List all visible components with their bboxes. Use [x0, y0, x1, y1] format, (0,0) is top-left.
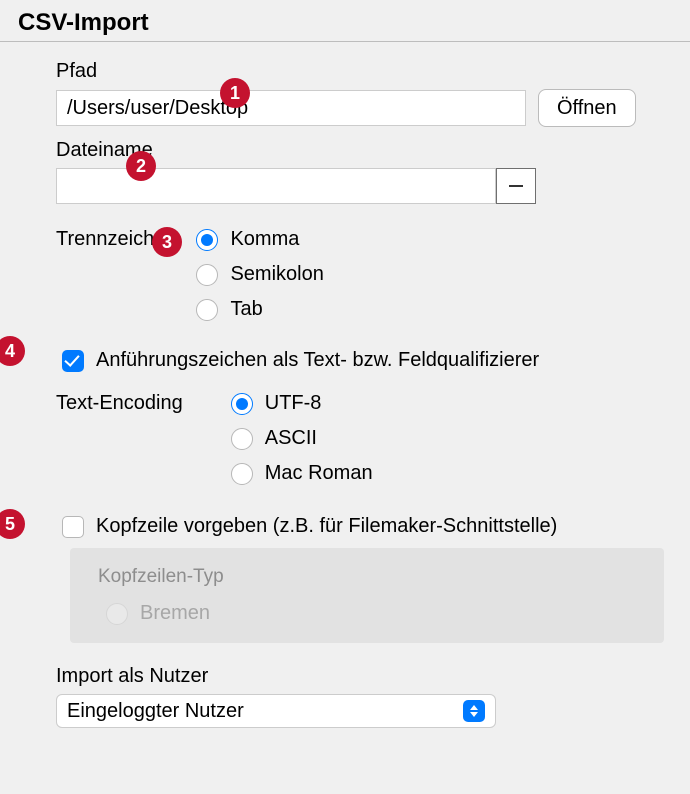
header-type-box: Kopfzeilen-Typ Bremen [70, 548, 664, 643]
encoding-label: Text-Encoding [56, 392, 183, 415]
checkbox-icon [62, 350, 84, 372]
radio-icon [196, 264, 218, 286]
quotes-checkbox-row[interactable]: Anführungszeichen als Text- bzw. Feldqua… [62, 349, 668, 372]
radio-icon [231, 463, 253, 485]
filename-input[interactable] [56, 168, 496, 204]
filename-stepper[interactable] [496, 168, 536, 204]
badge-1: 1 [220, 78, 250, 108]
encoding-option-ascii[interactable]: ASCII [231, 427, 373, 450]
encoding-option-label: UTF-8 [265, 392, 322, 415]
path-label: Pfad [56, 60, 668, 83]
radio-icon [196, 229, 218, 251]
import-as-label: Import als Nutzer [56, 665, 668, 688]
badge-4: 4 [0, 336, 25, 366]
import-as-select[interactable]: Eingeloggter Nutzer [56, 694, 496, 728]
badge-5: 5 [0, 509, 25, 539]
select-arrows-icon [463, 700, 485, 722]
radio-icon [196, 299, 218, 321]
separator-option-semikolon[interactable]: Semikolon [196, 263, 323, 286]
separator-option-tab[interactable]: Tab [196, 298, 323, 321]
separator-option-label: Tab [230, 298, 262, 321]
badge-3: 3 [152, 227, 182, 257]
separator-option-label: Komma [230, 228, 299, 251]
encoding-option-utf8[interactable]: UTF-8 [231, 392, 373, 415]
checkbox-icon [62, 516, 84, 538]
path-input[interactable] [56, 90, 526, 126]
header-type-label: Kopfzeilen-Typ [98, 566, 636, 588]
encoding-option-label: ASCII [265, 427, 317, 450]
encoding-option-label: Mac Roman [265, 462, 373, 485]
import-as-value: Eingeloggter Nutzer [67, 700, 244, 723]
header-checkbox-row[interactable]: Kopfzeile vorgeben (z.B. für Filemaker-S… [62, 515, 668, 538]
badge-2: 2 [126, 151, 156, 181]
separator-option-label: Semikolon [230, 263, 323, 286]
quotes-label: Anführungszeichen als Text- bzw. Feldqua… [96, 349, 539, 372]
minus-icon [509, 185, 523, 187]
header-type-option-label: Bremen [140, 602, 210, 625]
header-type-option-bremen: Bremen [106, 602, 636, 625]
radio-icon [231, 393, 253, 415]
radio-icon [106, 603, 128, 625]
encoding-option-macroman[interactable]: Mac Roman [231, 462, 373, 485]
header-label: Kopfzeile vorgeben (z.B. für Filemaker-S… [96, 515, 557, 538]
separator-option-komma[interactable]: Komma [196, 228, 323, 251]
radio-icon [231, 428, 253, 450]
open-button[interactable]: Öffnen [538, 89, 636, 127]
section-title: CSV-Import [0, 0, 690, 42]
